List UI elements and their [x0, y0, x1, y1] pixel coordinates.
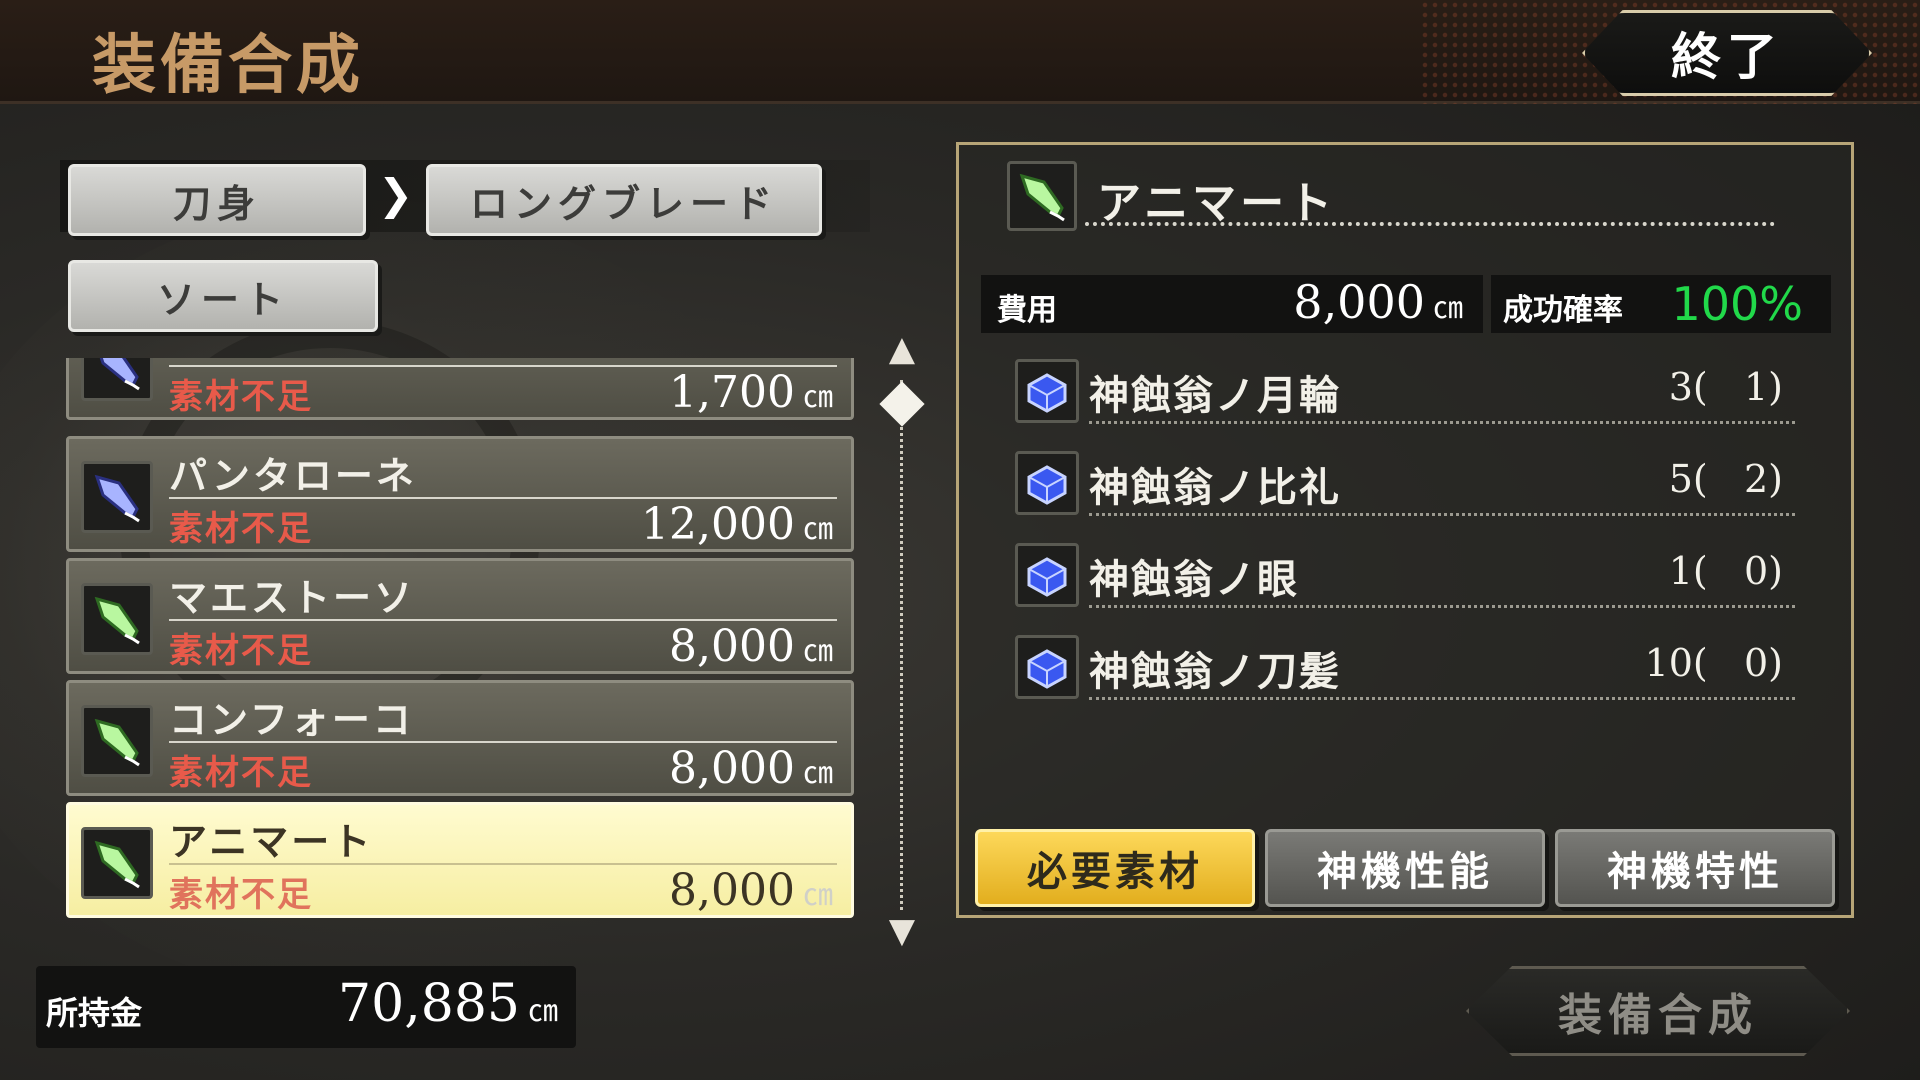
list-item[interactable]: 素材不足 1,700 ㎝	[66, 358, 854, 420]
tab-machine-performance[interactable]: 神機性能	[1265, 829, 1545, 907]
item-price: 8,000 ㎝	[669, 865, 833, 916]
currency-unit: ㎝	[528, 994, 558, 1029]
item-price: 12,000 ㎝	[641, 499, 833, 550]
item-name: アニマート	[169, 819, 374, 864]
scroll-down-arrow-icon[interactable]: ▼	[884, 914, 920, 948]
material-divider	[1089, 421, 1795, 424]
material-count: 10( 0)	[1644, 641, 1783, 685]
header-bar: 装備合成 終了	[0, 0, 1920, 104]
sword-icon	[1007, 161, 1077, 231]
tab-required-materials[interactable]: 必要素材	[975, 829, 1255, 907]
sword-icon	[81, 827, 153, 899]
item-name: コンフォーコ	[169, 697, 414, 742]
cost-label: 費用	[997, 293, 1057, 328]
material-count: 3( 1)	[1668, 365, 1783, 409]
item-price: 8,000 ㎝	[669, 621, 833, 672]
item-price: 8,000 ㎝	[669, 743, 833, 794]
list-item[interactable]: コンフォーコ 素材不足 8,000 ㎝	[66, 680, 854, 796]
success-rate-label: 成功確率	[1503, 293, 1623, 328]
money-box: 所持金 70,885 ㎝	[36, 966, 576, 1048]
tab-machine-traits[interactable]: 神機特性	[1555, 829, 1835, 907]
item-name: マエストーソ	[169, 575, 416, 620]
breadcrumb-chevron-icon: ❯	[378, 170, 414, 219]
success-rate-value: 100%	[1671, 277, 1803, 331]
category-longblade-button[interactable]: ロングブレード	[426, 164, 822, 236]
currency-unit: ㎝	[803, 878, 833, 913]
currency-unit: ㎝	[803, 634, 833, 669]
sword-icon	[81, 583, 153, 655]
list-item[interactable]: マエストーソ 素材不足 8,000 ㎝	[66, 558, 854, 674]
material-name: 神蝕翁ノ月輪	[1089, 372, 1341, 419]
money-value: 70,885 ㎝	[338, 974, 558, 1034]
cost-box: 費用 8,000 ㎝	[981, 275, 1483, 333]
material-crystal-icon	[1015, 635, 1079, 699]
material-divider	[1089, 513, 1795, 516]
material-crystal-icon	[1015, 359, 1079, 423]
material-row: 神蝕翁ノ比礼 5( 2)	[1015, 447, 1795, 517]
money-label: 所持金	[46, 994, 143, 1032]
item-status: 素材不足	[169, 753, 313, 793]
material-row: 神蝕翁ノ刀髪 10( 0)	[1015, 631, 1795, 701]
list-item[interactable]: パンタローネ 素材不足 12,000 ㎝	[66, 436, 854, 552]
scroll-track[interactable]	[900, 380, 903, 910]
material-name: 神蝕翁ノ刀髪	[1089, 648, 1341, 695]
success-rate-box: 成功確率 100%	[1491, 275, 1831, 333]
sword-icon	[81, 358, 153, 401]
detail-name-divider	[1085, 222, 1775, 226]
currency-unit: ㎝	[803, 380, 833, 415]
item-status: 素材不足	[169, 509, 313, 549]
material-divider	[1089, 697, 1795, 700]
material-divider	[1089, 605, 1795, 608]
material-name: 神蝕翁ノ比礼	[1089, 464, 1341, 511]
detail-panel: アニマート 費用 8,000 ㎝ 成功確率 100% 神蝕翁ノ月輪 3( 1) 神…	[956, 142, 1854, 918]
item-price: 1,700 ㎝	[669, 367, 833, 418]
list-item-selected[interactable]: アニマート 素材不足 8,000 ㎝	[66, 802, 854, 918]
close-button[interactable]: 終了	[1582, 10, 1872, 96]
item-status: 素材不足	[169, 875, 313, 915]
material-name: 神蝕翁ノ眼	[1089, 556, 1299, 603]
cost-value: 8,000 ㎝	[1293, 275, 1463, 329]
material-count: 5( 2)	[1668, 457, 1783, 501]
sword-icon	[81, 705, 153, 777]
material-crystal-icon	[1015, 543, 1079, 607]
item-status: 素材不足	[169, 377, 313, 417]
sword-icon	[81, 461, 153, 533]
item-status: 素材不足	[169, 631, 313, 671]
item-name: パンタローネ	[169, 453, 417, 498]
material-row: 神蝕翁ノ眼 1( 0)	[1015, 539, 1795, 609]
equipment-list: 素材不足 1,700 ㎝ パンタローネ 素材不足 12,000 ㎝ マエストーソ 素…	[66, 358, 854, 922]
currency-unit: ㎝	[803, 512, 833, 547]
material-count: 1( 0)	[1668, 549, 1783, 593]
currency-unit: ㎝	[803, 756, 833, 791]
material-row: 神蝕翁ノ月輪 3( 1)	[1015, 355, 1795, 425]
category-blade-button[interactable]: 刀身	[68, 164, 366, 236]
page-title: 装備合成	[92, 28, 364, 103]
currency-unit: ㎝	[1433, 291, 1463, 326]
scroll-up-arrow-icon[interactable]: ▲	[884, 332, 920, 366]
scroll-thumb[interactable]	[879, 381, 925, 427]
synthesize-button[interactable]: 装備合成	[1466, 966, 1850, 1056]
material-crystal-icon	[1015, 451, 1079, 515]
sort-button[interactable]: ソート	[68, 260, 378, 332]
